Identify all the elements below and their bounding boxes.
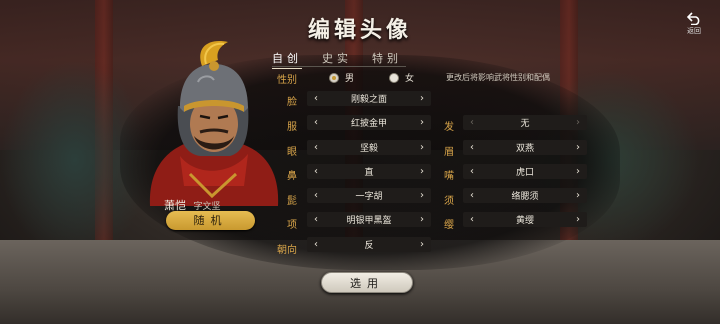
face-value: 刚毅之面 [350, 95, 387, 105]
radio-unselected-icon [389, 72, 399, 83]
gender-label: 性别 [277, 75, 297, 86]
next-arrow-icon[interactable]: › [573, 117, 583, 128]
gender-female-radio[interactable]: 女 [389, 71, 414, 84]
next-arrow-icon[interactable]: › [417, 142, 427, 153]
hair-value: 无 [520, 119, 530, 129]
mouth-label: 嘴 [444, 171, 454, 182]
beard-label: 须 [444, 196, 454, 207]
next-arrow-icon[interactable]: › [417, 93, 427, 104]
eyes-value: 坚毅 [359, 144, 378, 154]
nose-selector: ‹ 直 › [307, 164, 431, 179]
character-portrait [149, 41, 279, 206]
return-icon [687, 12, 700, 25]
next-arrow-icon[interactable]: › [573, 190, 583, 201]
clothing-label: 服 [287, 122, 297, 133]
clothing-selector: ‹ 红披金甲 › [307, 115, 431, 130]
prev-arrow-icon[interactable]: ‹ [311, 190, 321, 201]
gender-male-radio[interactable]: 男 [329, 71, 354, 84]
back-label: 返回 [687, 27, 701, 35]
apply-button[interactable]: 选用 [321, 272, 413, 293]
facing-value: 反 [364, 241, 374, 251]
next-arrow-icon[interactable]: › [417, 117, 427, 128]
next-arrow-icon[interactable]: › [417, 190, 427, 201]
prev-arrow-icon[interactable]: ‹ [311, 166, 321, 177]
brows-label: 眉 [444, 147, 454, 158]
prev-arrow-icon[interactable]: ‹ [311, 214, 321, 225]
tassel-label: 缨 [444, 220, 454, 231]
prev-arrow-icon[interactable]: ‹ [311, 142, 321, 153]
prev-arrow-icon[interactable]: ‹ [467, 166, 477, 177]
headgear-selector: ‹ 明银甲黑盔 › [307, 212, 431, 227]
prev-arrow-icon[interactable]: ‹ [311, 93, 321, 104]
tassel-selector: ‹ 黄缨 › [463, 212, 587, 227]
next-arrow-icon[interactable]: › [417, 214, 427, 225]
next-arrow-icon[interactable]: › [573, 214, 583, 225]
mouth-selector: ‹ 虎口 › [463, 164, 587, 179]
next-arrow-icon[interactable]: › [573, 142, 583, 153]
tassel-value: 黄缨 [515, 216, 534, 226]
headgear-label: 项 [287, 220, 297, 231]
headgear-value: 明银甲黑盔 [346, 216, 392, 226]
hair-label: 发 [444, 122, 454, 133]
face-selector: ‹ 刚毅之面 › [307, 91, 431, 106]
gender-male-label: 男 [345, 74, 355, 84]
prev-arrow-icon[interactable]: ‹ [311, 239, 321, 250]
next-arrow-icon[interactable]: › [417, 239, 427, 250]
prev-arrow-icon[interactable]: ‹ [467, 214, 477, 225]
radio-selected-icon [329, 72, 339, 83]
clothing-value: 红披金甲 [350, 119, 387, 129]
prev-arrow-icon[interactable]: ‹ [467, 142, 477, 153]
eyes-label: 眼 [287, 147, 297, 158]
back-button[interactable]: 返回 [682, 12, 706, 36]
gender-note: 更改后将影响武将性别和配偶 [446, 73, 550, 82]
tab-divider [272, 66, 406, 67]
mustache-label: 髭 [287, 196, 297, 207]
random-button[interactable]: 随机 [166, 211, 255, 230]
brows-value: 双燕 [515, 144, 534, 154]
face-label: 脸 [287, 97, 297, 108]
prev-arrow-icon[interactable]: ‹ [467, 190, 477, 201]
eyes-selector: ‹ 坚毅 › [307, 140, 431, 155]
mouth-value: 虎口 [515, 168, 534, 178]
mustache-value: 一字胡 [355, 192, 383, 202]
facing-label: 朝向 [277, 245, 297, 256]
mustache-selector: ‹ 一字胡 › [307, 188, 431, 203]
page-title: 编辑头像 [307, 17, 412, 43]
beard-value: 络腮须 [511, 192, 539, 202]
hair-selector: ‹ 无 › [463, 115, 587, 130]
facing-selector: ‹ 反 › [307, 237, 431, 252]
gender-female-label: 女 [405, 74, 415, 84]
nose-value: 直 [364, 168, 374, 178]
nose-label: 鼻 [287, 171, 297, 182]
prev-arrow-icon[interactable]: ‹ [467, 117, 477, 128]
next-arrow-icon[interactable]: › [573, 166, 583, 177]
prev-arrow-icon[interactable]: ‹ [311, 117, 321, 128]
beard-selector: ‹ 络腮须 › [463, 188, 587, 203]
brows-selector: ‹ 双燕 › [463, 140, 587, 155]
next-arrow-icon[interactable]: › [417, 166, 427, 177]
